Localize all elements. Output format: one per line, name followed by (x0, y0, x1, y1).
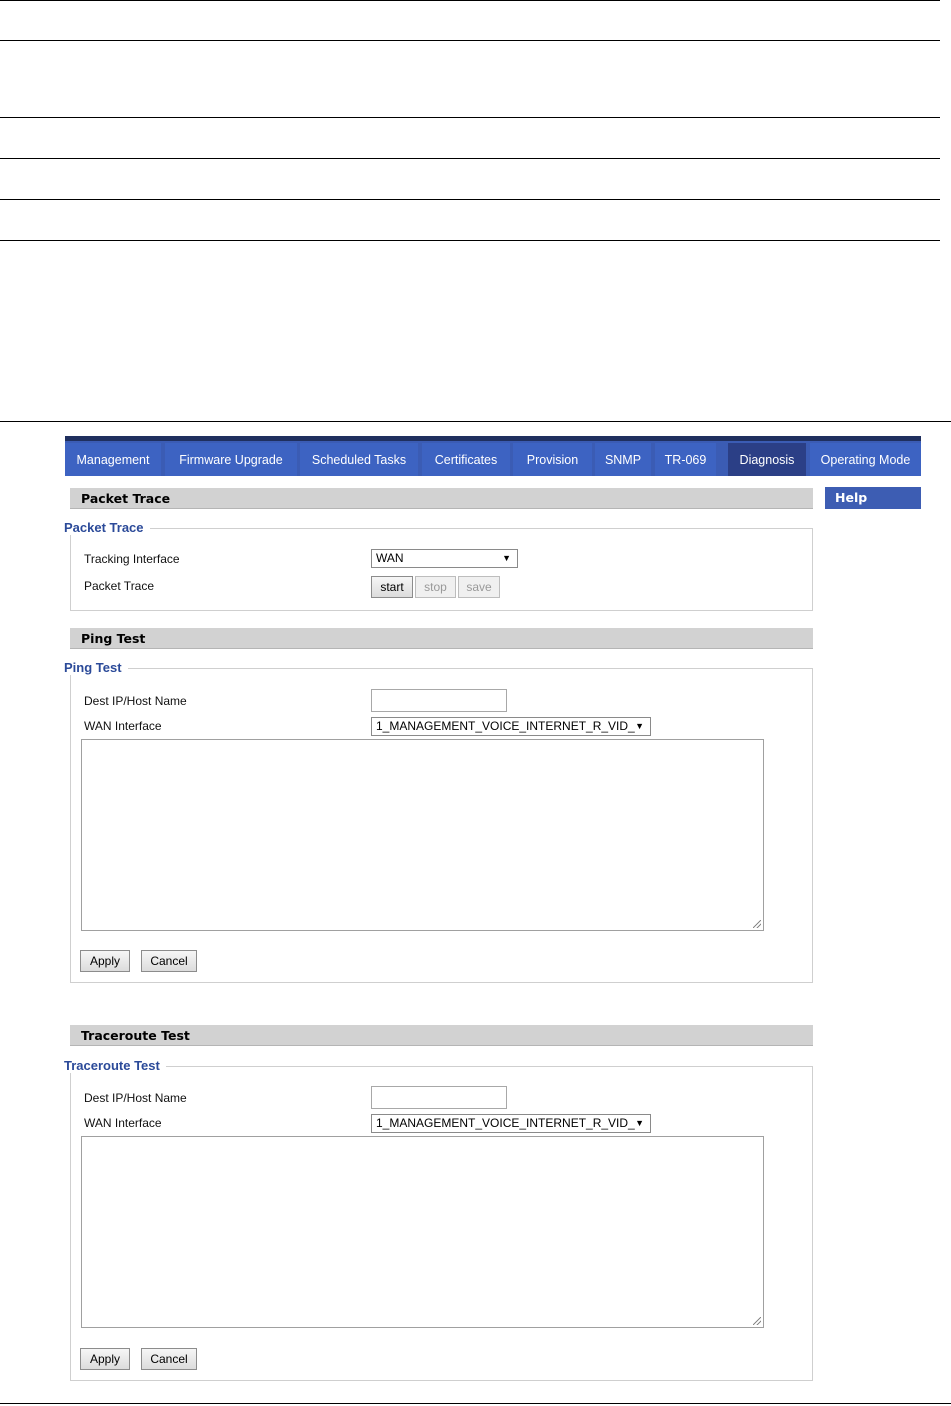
ping-apply-button[interactable]: Apply (80, 950, 130, 972)
caret-down-icon: ▼ (502, 553, 511, 563)
traceroute-test-legend: Traceroute Test (64, 1058, 166, 1073)
rule-1 (0, 0, 940, 1)
rule-4 (0, 158, 940, 159)
traceroute-cancel-button[interactable]: Cancel (141, 1348, 197, 1370)
tab-diagnosis[interactable]: Diagnosis (728, 443, 806, 476)
tab-operating-mode[interactable]: Operating Mode (810, 443, 921, 476)
tab-management[interactable]: Management (65, 443, 161, 476)
traceroute-wan-label: WAN Interface (84, 1116, 162, 1130)
traceroute-dest-label: Dest IP/Host Name (84, 1091, 187, 1105)
caret-down-icon: ▼ (635, 1118, 644, 1128)
ping-dest-label: Dest IP/Host Name (84, 694, 187, 708)
traceroute-test-header: Traceroute Test (70, 1025, 813, 1046)
rule-6 (0, 240, 940, 241)
tab-provision[interactable]: Provision (513, 443, 592, 476)
tab-tr-069[interactable]: TR-069 (655, 443, 716, 476)
start-button[interactable]: start (371, 576, 413, 598)
tracking-interface-select[interactable]: WAN ▼ (371, 549, 518, 568)
packet-trace-legend: Packet Trace (64, 520, 150, 535)
tab-bar: Management Firmware Upgrade Scheduled Ta… (65, 436, 921, 476)
caret-down-icon: ▼ (635, 721, 644, 731)
traceroute-wan-value: 1_MANAGEMENT_VOICE_INTERNET_R_VID_ (376, 1116, 635, 1130)
stop-button[interactable]: stop (415, 576, 456, 598)
tab-snmp[interactable]: SNMP (595, 443, 651, 476)
rule-3 (0, 117, 940, 118)
ping-test-header: Ping Test (70, 628, 813, 649)
tracking-interface-value: WAN (376, 551, 404, 565)
ping-dest-input[interactable] (371, 689, 507, 712)
tab-certificates[interactable]: Certificates (422, 443, 510, 476)
packet-trace-label: Packet Trace (84, 579, 155, 593)
rule-7 (0, 421, 951, 422)
save-button[interactable]: save (458, 576, 500, 598)
tab-scheduled-tasks[interactable]: Scheduled Tasks (300, 443, 418, 476)
rule-bottom (0, 1403, 951, 1404)
rule-5 (0, 199, 940, 200)
tab-firmware-upgrade[interactable]: Firmware Upgrade (165, 443, 297, 476)
ping-wan-value: 1_MANAGEMENT_VOICE_INTERNET_R_VID_ (376, 719, 635, 733)
traceroute-dest-input[interactable] (371, 1086, 507, 1109)
ping-cancel-button[interactable]: Cancel (141, 950, 197, 972)
traceroute-apply-button[interactable]: Apply (80, 1348, 130, 1370)
ping-wan-label: WAN Interface (84, 719, 162, 733)
rule-2 (0, 40, 940, 41)
tab-bar-top-rule (65, 436, 921, 441)
packet-trace-header: Packet Trace (70, 488, 813, 509)
ping-test-legend: Ping Test (64, 660, 128, 675)
help-header: Help (825, 487, 921, 509)
resize-grip-icon[interactable] (753, 920, 761, 928)
packet-trace-fieldset (70, 528, 813, 611)
ping-output-textarea[interactable] (81, 739, 764, 931)
resize-grip-icon[interactable] (753, 1317, 761, 1325)
traceroute-wan-select[interactable]: 1_MANAGEMENT_VOICE_INTERNET_R_VID_ ▼ (371, 1114, 651, 1133)
ping-wan-select[interactable]: 1_MANAGEMENT_VOICE_INTERNET_R_VID_ ▼ (371, 717, 651, 736)
traceroute-output-textarea[interactable] (81, 1136, 764, 1328)
tracking-interface-label: Tracking Interface (84, 552, 180, 566)
